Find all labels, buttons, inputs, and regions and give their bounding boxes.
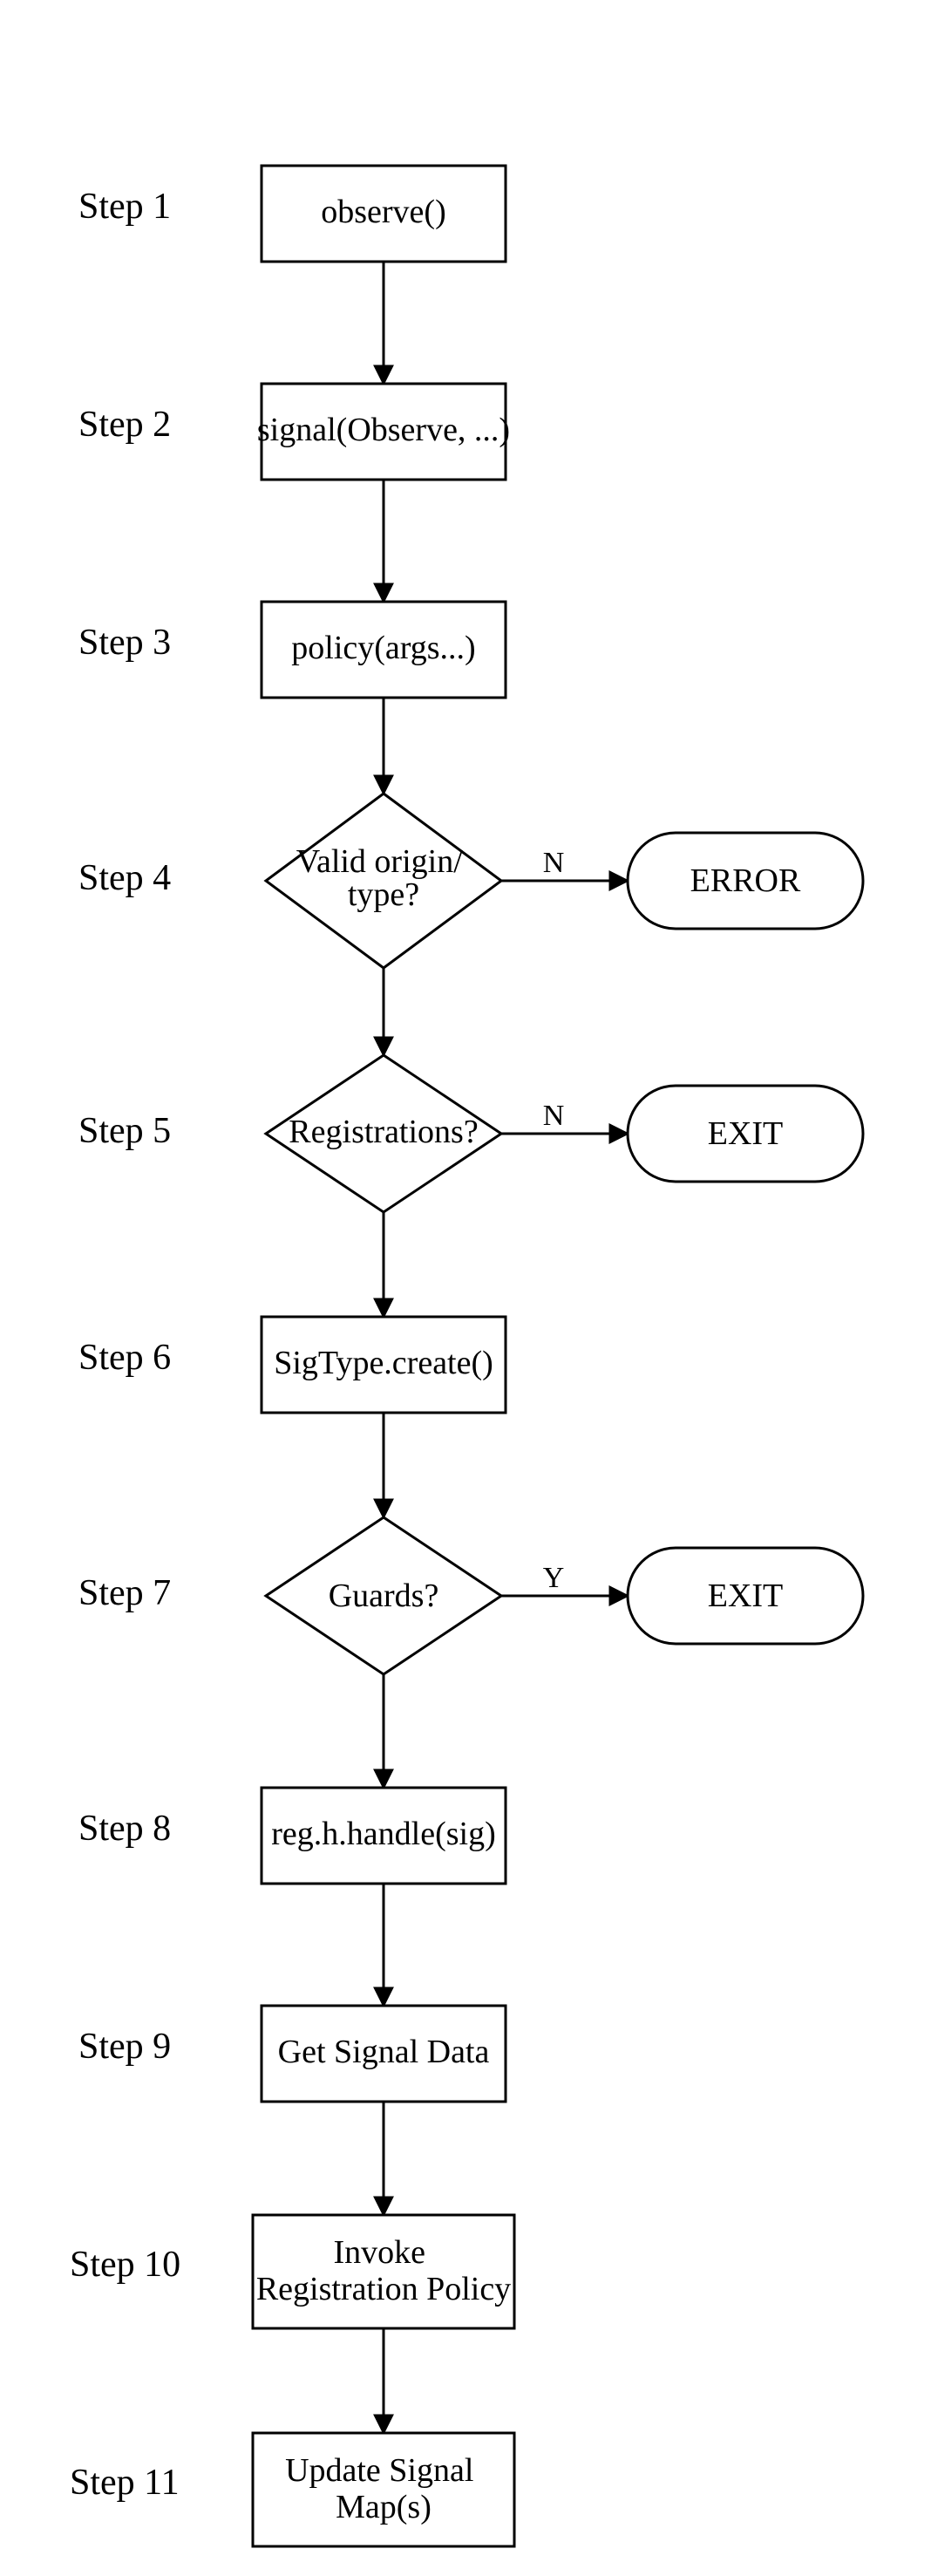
svg-text:reg.h.handle(sig): reg.h.handle(sig) (271, 1816, 495, 1852)
terminator-error: ERROR (628, 833, 863, 929)
edge-4-n: N (543, 847, 565, 879)
node-valid-origin: Valid origin/ type? (266, 794, 501, 968)
step-6-label: Step 6 (78, 1338, 171, 1378)
step-2-label: Step 2 (78, 405, 171, 445)
svg-text:EXIT: EXIT (708, 1115, 784, 1152)
step-9-label: Step 9 (78, 2027, 171, 2067)
svg-text:policy(args...): policy(args...) (291, 630, 475, 666)
terminator-exit-2: EXIT (628, 1548, 863, 1644)
node-get-signal-data: Get Signal Data (262, 2006, 506, 2102)
step-8-label: Step 8 (78, 1809, 171, 1849)
svg-text:SigType.create(): SigType.create() (274, 1345, 493, 1381)
terminator-exit-1: EXIT (628, 1086, 863, 1182)
node-guards: Guards? (266, 1517, 501, 1674)
node-observe: observe() (262, 166, 506, 262)
step-11-label: Step 11 (70, 2463, 180, 2503)
svg-text:ERROR: ERROR (690, 862, 801, 899)
svg-text:observe(): observe() (321, 194, 445, 230)
svg-text:signal(Observe, ...): signal(Observe, ...) (257, 412, 510, 448)
step-1-label: Step 1 (78, 187, 171, 227)
node-invoke-registration-policy: Invoke Registration Policy (253, 2215, 514, 2328)
step-4-label: Step 4 (78, 858, 171, 898)
node-update-signal-map: Update Signal Map(s) (253, 2433, 514, 2546)
node-policy: policy(args...) (262, 602, 506, 698)
node-signal: signal(Observe, ...) (257, 384, 510, 480)
svg-text:Guards?: Guards? (329, 1578, 439, 1614)
svg-text:Get Signal Data: Get Signal Data (278, 2034, 490, 2070)
edge-7-y: Y (543, 1562, 565, 1594)
step-5-label: Step 5 (78, 1111, 171, 1151)
node-registrations: Registrations? (266, 1055, 501, 1212)
step-10-label: Step 10 (70, 2245, 180, 2285)
step-3-label: Step 3 (78, 623, 171, 663)
step-7-label: Step 7 (78, 1573, 171, 1613)
edge-5-n: N (543, 1100, 565, 1132)
svg-text:Registrations?: Registrations? (289, 1114, 478, 1150)
node-sigtype-create: SigType.create() (262, 1317, 506, 1413)
svg-text:EXIT: EXIT (708, 1578, 784, 1614)
node-handle-sig: reg.h.handle(sig) (262, 1788, 506, 1884)
